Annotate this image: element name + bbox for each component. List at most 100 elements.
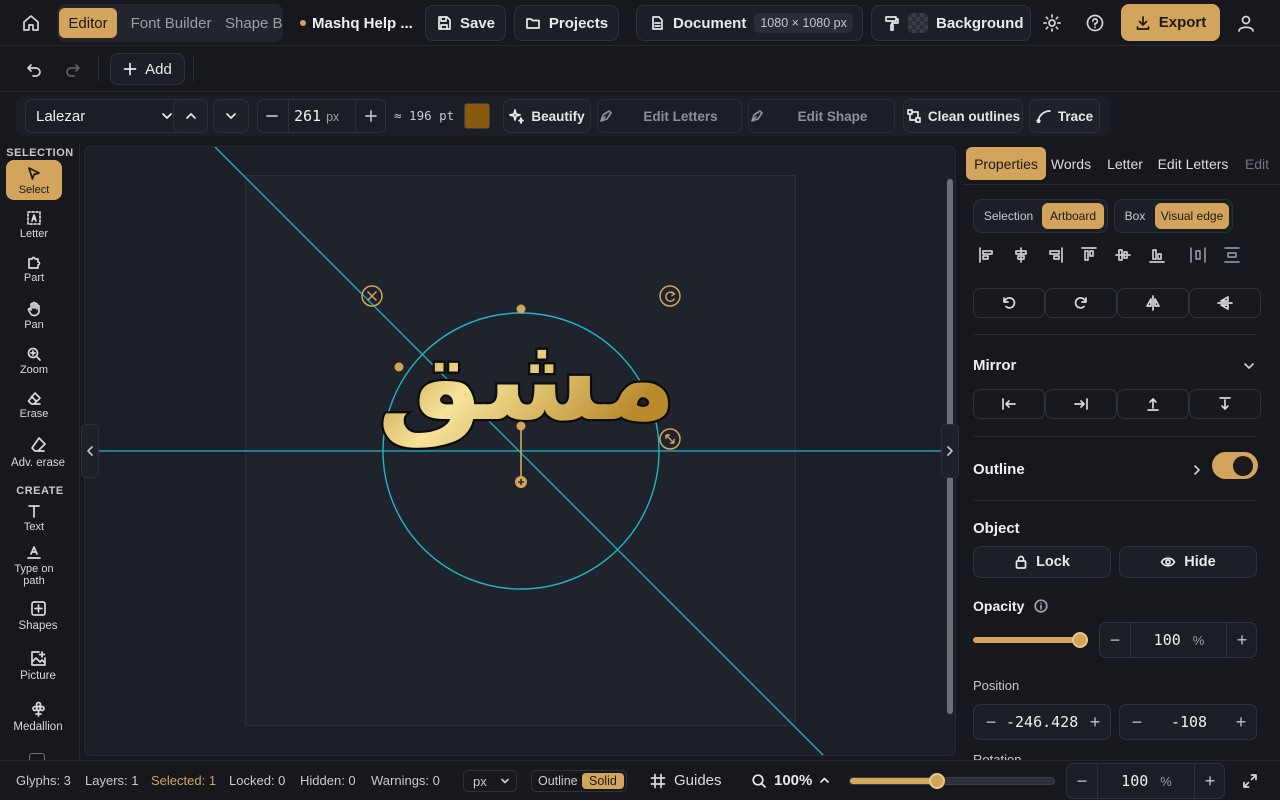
beautify-button[interactable]: Beautify [503,99,591,133]
tool-medallion[interactable]: Medallion [0,701,76,733]
align-left-icon[interactable] [978,246,996,264]
opacity-decrease-button[interactable]: − [1100,623,1130,657]
guides-toggle[interactable]: Guides [650,772,722,789]
text-color-swatch[interactable] [464,103,490,129]
trace-button[interactable]: Trace [1029,99,1100,133]
align-top-icon[interactable] [1080,246,1098,264]
zoom-out-button[interactable]: − [1067,764,1097,798]
rotate-ccw-button[interactable] [973,288,1045,318]
left-handle[interactable] [394,362,404,372]
save-button[interactable]: Save [425,5,506,41]
export-button[interactable]: Export [1121,4,1220,41]
align-to-selection[interactable]: Selection [977,203,1040,229]
document-button[interactable]: Document 1080 × 1080 px [636,5,863,41]
mirror-down-button[interactable] [1189,389,1261,419]
lock-button[interactable]: Lock [973,546,1111,578]
align-center-h-icon[interactable] [1012,246,1030,264]
tool-picture[interactable]: Picture [0,650,76,682]
add-button[interactable]: Add [110,53,185,85]
glyph-text[interactable]: مشق [375,307,679,451]
tool-type-on-path[interactable]: Type on path [6,545,62,587]
help-icon[interactable] [1085,13,1105,33]
tab-edit-letters[interactable]: Edit Letters [1156,147,1230,180]
mirror-left-button[interactable] [973,389,1045,419]
align-right-icon[interactable] [1046,246,1064,264]
font-size-stepper[interactable]: 261 px [257,99,386,133]
info-icon[interactable] [1034,599,1049,613]
tool-letter[interactable]: Letter [6,210,62,241]
opacity-value[interactable]: 100 % [1131,623,1227,657]
redo-icon[interactable] [63,59,83,79]
mirror-expand-chevron-icon[interactable] [1242,359,1256,373]
distribute-vertical-icon[interactable] [1223,246,1241,264]
position-y-increase-button[interactable]: + [1226,705,1256,739]
projects-button[interactable]: Projects [514,5,619,41]
mode-editor[interactable]: Editor [59,8,117,38]
position-y-value[interactable]: -108 [1152,705,1226,739]
font-size-value[interactable]: 261 [294,107,321,125]
top-handle[interactable] [516,304,526,314]
tool-adv-erase[interactable]: Adv. erase [0,436,76,469]
edit-shape-button[interactable]: Edit Shape [748,99,895,133]
font-select[interactable]: Lalezar [25,99,184,133]
tool-pan[interactable]: Pan [6,301,62,332]
tool-text[interactable]: Text [6,503,62,534]
tool-zoom[interactable]: Zoom [6,346,62,377]
zoom-in-button[interactable]: + [1195,764,1225,798]
align-to-artboard[interactable]: Artboard [1042,203,1104,229]
user-account-icon[interactable] [1236,13,1256,33]
align-mode-visual-edge[interactable]: Visual edge [1155,203,1229,229]
view-outline[interactable]: Outline [538,774,578,788]
align-bottom-icon[interactable] [1148,246,1166,264]
position-x-increase-button[interactable]: + [1080,705,1110,739]
opacity-slider[interactable] [973,632,1088,648]
anchor-plus-icon[interactable] [515,476,527,488]
collapse-right-panel-button[interactable] [941,424,959,478]
opacity-increase-button[interactable]: + [1227,623,1257,657]
mirror-heading[interactable]: Mirror [973,357,1016,374]
tab-words[interactable]: Words [1048,147,1094,180]
fullscreen-icon[interactable] [1242,773,1258,789]
tool-erase[interactable]: Erase [6,390,62,421]
tool-part[interactable]: Part [6,254,62,285]
canvas-area[interactable]: مشق [84,146,956,756]
tab-properties[interactable]: Properties [966,147,1046,180]
project-title[interactable]: Mashq Help ... [300,13,413,33]
tool-select[interactable]: Select [6,160,62,200]
tab-letter[interactable]: Letter [1100,147,1150,180]
flip-vertical-button[interactable] [1189,288,1261,318]
hide-button[interactable]: Hide [1119,546,1257,578]
background-button[interactable]: Background [871,5,1031,41]
position-y-decrease-button[interactable]: − [1122,705,1152,739]
rotate-handle-icon[interactable] [659,285,681,307]
zoom-value[interactable]: 100 % [1098,764,1195,798]
position-x-value[interactable]: -246.428 [1006,705,1080,739]
outline-heading[interactable]: Outline [973,461,1025,478]
mode-shape-builder[interactable]: Shape Builder [225,8,283,38]
align-mode-box[interactable]: Box [1118,203,1152,229]
pivot-handle[interactable] [516,421,526,431]
distribute-horizontal-icon[interactable] [1189,246,1207,264]
zoom-slider-thumb[interactable] [929,773,945,789]
zoom-slider[interactable] [849,773,1055,789]
rotate-cw-button[interactable] [1045,288,1117,318]
zoom-menu[interactable]: 100% [751,772,830,789]
clean-outlines-button[interactable]: Clean outlines [903,99,1023,133]
flip-horizontal-button[interactable] [1117,288,1189,318]
decrease-size-button[interactable] [264,108,280,124]
mirror-up-button[interactable] [1117,389,1189,419]
unit-select[interactable]: px [463,770,517,792]
mirror-right-button[interactable] [1045,389,1117,419]
undo-icon[interactable] [24,59,44,79]
align-center-v-icon[interactable] [1114,246,1132,264]
collapse-left-panel-button[interactable] [81,424,99,478]
home-button[interactable] [18,11,44,35]
position-x-decrease-button[interactable]: − [976,705,1006,739]
tab-edit[interactable]: Edit [1242,147,1272,180]
settings-gear-icon[interactable] [1042,13,1062,33]
delete-handle-icon[interactable] [361,285,383,307]
opacity-slider-thumb[interactable] [1072,632,1088,648]
outline-expand-chevron-icon[interactable] [1190,463,1204,477]
tool-shapes[interactable]: Shapes [0,600,76,632]
next-font-button[interactable] [213,99,249,133]
